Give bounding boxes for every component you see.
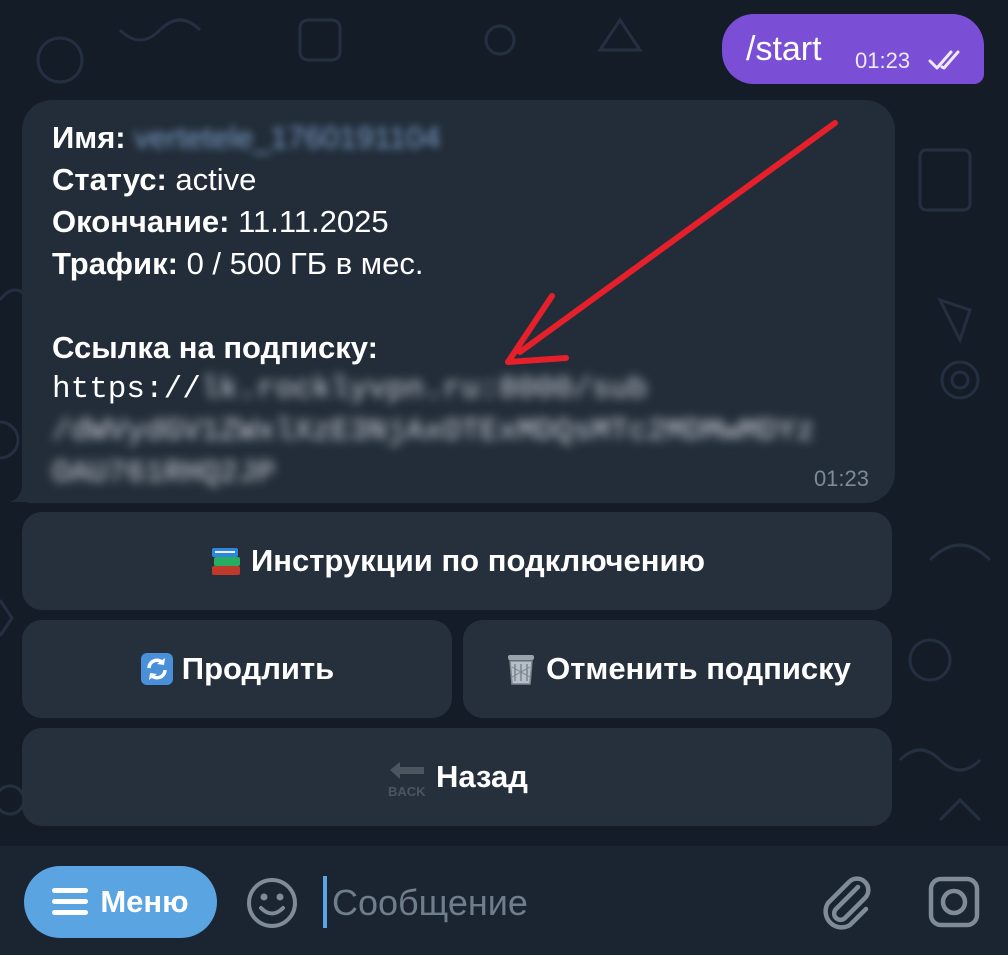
- status-value: active: [166, 162, 257, 197]
- text-cursor: [323, 876, 327, 928]
- renew-label: Продлить: [181, 651, 335, 686]
- expiry-value: 11.11.2025: [229, 204, 389, 239]
- cancel-subscription-button[interactable]: Отменить подписку: [463, 620, 892, 718]
- name-label: Имя:: [52, 120, 126, 155]
- menu-button[interactable]: Меню: [24, 866, 217, 938]
- name-line: Имя: vertetele_1760191104: [52, 120, 441, 156]
- name-value: vertetele_1760191104: [134, 120, 441, 155]
- back-label: Назад: [436, 759, 528, 794]
- double-check-icon: [928, 50, 960, 70]
- menu-label: Меню: [100, 884, 189, 919]
- paperclip-icon[interactable]: [818, 873, 874, 933]
- back-button[interactable]: BACK Назад: [22, 728, 892, 826]
- outgoing-time: 01:23: [855, 48, 911, 73]
- link-title: Ссылка на подписку:: [52, 330, 378, 366]
- link-prefix: https://: [52, 372, 201, 407]
- cancel-label: Отменить подписку: [546, 651, 851, 686]
- incoming-time: 01:23: [813, 466, 869, 491]
- link-part-2[interactable]: /dWVydGV1ZWxlXzE3NjAxOTExMDQsMTc2MDMwMDY…: [52, 414, 815, 449]
- status-label: Статус:: [52, 162, 167, 197]
- status-line: Статус: active: [52, 162, 256, 198]
- link-label: Ссылка на подписку:: [52, 330, 378, 365]
- traffic-value: 0 / 500 ГБ в мес.: [177, 246, 424, 281]
- back-icon-text: BACK: [388, 784, 426, 799]
- books-icon: [209, 544, 243, 578]
- smile-icon[interactable]: [245, 876, 299, 930]
- back-arrow-icon: BACK: [386, 760, 428, 799]
- outgoing-text: /start: [746, 30, 822, 68]
- expiry-line: Окончание: 11.11.2025: [52, 204, 389, 240]
- subscription-link[interactable]: https://lk.rocklyvpn.ru:8000/sub: [52, 372, 647, 407]
- instructions-button[interactable]: Инструкции по подключению: [22, 512, 892, 610]
- camera-icon[interactable]: [926, 874, 982, 930]
- trash-icon: [504, 652, 538, 686]
- instructions-label: Инструкции по подключению: [250, 543, 706, 578]
- expiry-label: Окончание:: [52, 204, 230, 239]
- traffic-line: Трафик: 0 / 500 ГБ в мес.: [52, 246, 423, 282]
- incoming-message[interactable]: Имя: vertetele_1760191104 Статус: active…: [22, 100, 895, 503]
- message-input[interactable]: [330, 874, 804, 932]
- hamburger-icon: [52, 888, 89, 916]
- traffic-label: Трафик:: [52, 246, 178, 281]
- link-part-1: lk.rocklyvpn.ru:8000/sub: [200, 372, 648, 407]
- link-part-3[interactable]: OAU761RHQ2JP: [52, 456, 275, 491]
- renew-button[interactable]: Продлить: [22, 620, 452, 718]
- refresh-icon: [140, 652, 174, 686]
- outgoing-message[interactable]: /start 01:23: [722, 14, 984, 84]
